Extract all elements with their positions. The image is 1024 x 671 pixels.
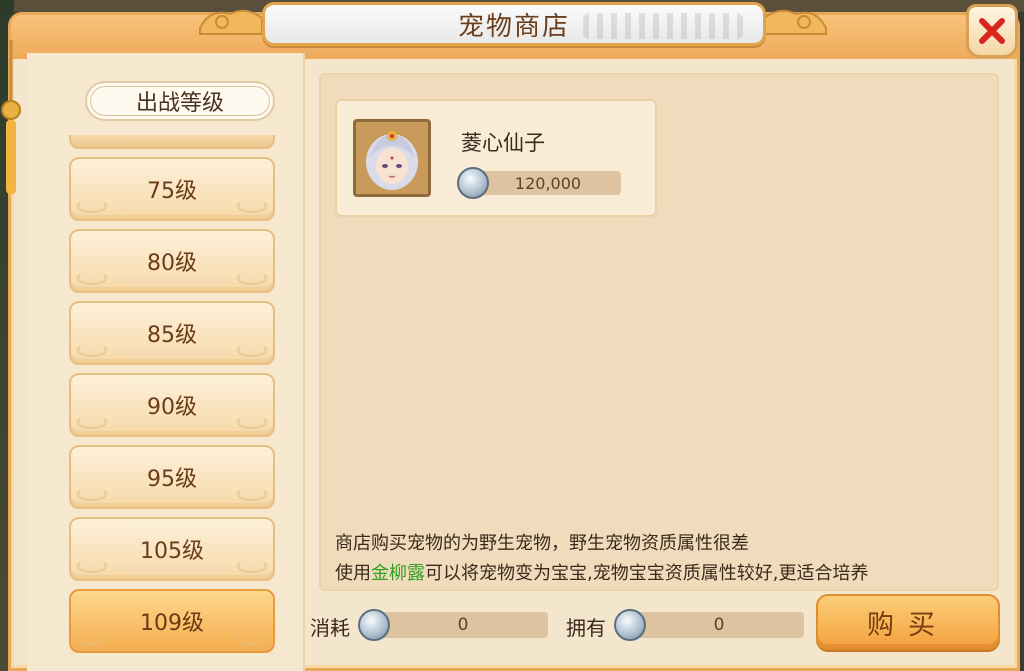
level-button-label: 95级 [147,467,197,492]
level-button-label: 109级 [140,611,204,636]
swirl-decoration-icon [77,487,107,501]
level-button-95[interactable]: 95级 [69,445,275,509]
level-button-partial[interactable] [69,135,275,149]
level-button-label: 90级 [147,395,197,420]
notice-prefix: 使用 [335,563,371,584]
pet-item-card[interactable]: 菱心仙子 120,000 [335,99,657,217]
swirl-decoration-icon [237,199,267,213]
level-list[interactable]: 75级 80级 85级 90级 95级 105级 109级 [67,135,275,671]
swirl-decoration-icon [237,559,267,573]
level-button-80[interactable]: 80级 [69,229,275,293]
swirl-decoration-icon [77,415,107,429]
level-button-label: 80级 [147,251,197,276]
swirl-decoration-icon [237,487,267,501]
notice-suffix: 可以将宠物变为宝宝,宠物宝宝资质属性较好,更适合培养 [425,563,869,584]
shop-content-panel: 菱心仙子 120,000 商店购买宠物的为野生宠物，野生宠物资质属性很差 使用金… [319,73,999,591]
level-sidebar: 出战等级 75级 80级 85级 90级 95级 105级 109级 [27,53,305,671]
level-button-75[interactable]: 75级 [69,157,275,221]
swirl-decoration-icon [237,631,267,645]
swirl-decoration-icon [77,199,107,213]
title-plate: 宠物商店 [262,2,766,46]
silver-coin-icon [358,609,390,641]
level-header: 出战等级 [85,81,275,121]
swirl-decoration-icon [237,271,267,285]
swirl-decoration-icon [77,343,107,357]
window-title: 宠物商店 [457,11,570,42]
own-label: 拥有 [566,616,606,640]
silver-coin-icon [457,167,489,199]
level-button-85[interactable]: 85级 [69,301,275,365]
notice-line-2: 使用金柳露可以将宠物变为宝宝,宠物宝宝资质属性较好,更适合培养 [335,559,868,585]
cloud-ornament-left-icon [199,9,263,35]
cost-label: 消耗 [310,616,350,640]
level-button-label: 85级 [147,323,197,348]
swirl-decoration-icon [237,343,267,357]
notice-line-1: 商店购买宠物的为野生宠物，野生宠物资质属性很差 [335,533,749,554]
close-icon [979,18,1005,44]
level-button-90[interactable]: 90级 [69,373,275,437]
swirl-decoration-icon [77,559,107,573]
silver-coin-icon [614,609,646,641]
swirl-decoration-icon [237,415,267,429]
level-button-label: 105级 [140,539,204,564]
close-button[interactable] [966,4,1018,58]
swirl-decoration-icon [77,271,107,285]
swirl-decoration-icon [77,631,107,645]
pet-portrait-icon [353,119,431,197]
pet-shop-window: 出战等级 75级 80级 85级 90级 95级 105级 109级 菱心仙子 … [8,12,1020,671]
level-button-105[interactable]: 105级 [69,517,275,581]
cost-value: 0 [378,612,548,638]
title-calligraphy-decoration [583,13,743,39]
cloud-ornament-right-icon [763,9,827,35]
level-button-label: 75级 [147,179,197,204]
item-link-jinliulu[interactable]: 金柳露 [371,563,425,584]
tassel-ornament-icon [1,40,21,194]
own-value: 0 [634,612,804,638]
buy-button[interactable]: 购买 [816,594,1000,650]
level-button-109[interactable]: 109级 [69,589,275,653]
pet-name: 菱心仙子 [461,131,545,155]
